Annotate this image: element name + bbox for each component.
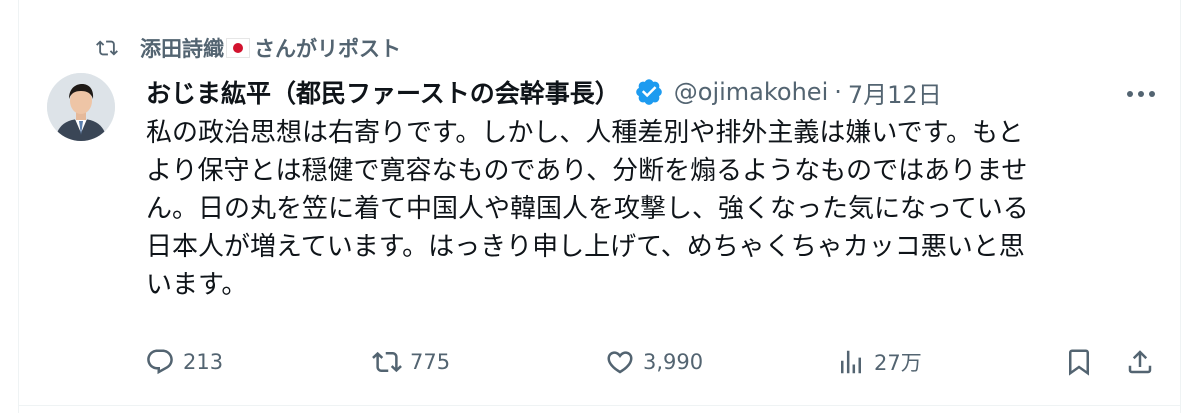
tweet-text-line: より保守とは穏健で寛容なものであり、分断を煽るようなものではありませ: [146, 156, 1028, 186]
repost-button[interactable]: 775: [372, 346, 450, 378]
repost-suffix: さんがリポスト: [254, 37, 401, 61]
tweet-text: 私の政治思想は右寄りです。しかし、人種差別や排外主義は嫌いです。もと より保守と…: [146, 114, 1146, 304]
reply-button[interactable]: 213: [145, 346, 223, 378]
reply-count: 213: [183, 350, 224, 374]
bottom-divider: [18, 405, 1181, 406]
repost-count: 775: [410, 350, 451, 374]
tweet-text-line: ん。日の丸を笠に着て中国人や韓国人を攻撃し、強くなった気になっている: [146, 194, 1029, 224]
reposter-name[interactable]: 添田詩織: [140, 33, 224, 63]
analytics-icon: [841, 350, 861, 374]
reply-icon: [147, 349, 173, 375]
japan-flag-icon: [226, 38, 250, 58]
repost-action-icon: [372, 351, 402, 373]
bookmark-button[interactable]: [1064, 346, 1094, 378]
more-options-icon[interactable]: [1124, 80, 1158, 108]
author-display-name[interactable]: おじま紘平（都民ファーストの会幹事長）: [146, 74, 620, 110]
tweet-card[interactable]: 添田詩織 さんがリポスト おじま紘平（都民ファーストの会幹事長） @ojimak…: [0, 0, 1200, 413]
avatar[interactable]: [47, 73, 115, 141]
repost-icon: [96, 37, 140, 59]
tweet-header: おじま紘平（都民ファーストの会幹事長） @ojimakohei · 7月12日: [146, 74, 942, 110]
separator-dot: ·: [834, 78, 842, 106]
author-handle[interactable]: @ojimakohei: [674, 78, 828, 106]
reposter-name-wrap[interactable]: 添田詩織 さんがリポスト: [140, 33, 401, 63]
share-button[interactable]: [1125, 346, 1155, 378]
tweet-text-line: 私の政治思想は右寄りです。しかし、人種差別や排外主義は嫌いです。もと: [146, 118, 1024, 148]
view-count: 27万: [874, 351, 922, 375]
like-button[interactable]: 3,990: [605, 346, 703, 378]
like-count: 3,990: [643, 350, 704, 374]
views-button[interactable]: 27万: [836, 346, 922, 378]
tweet-text-line: 日本人が増えています。はっきり申し上げて、めちゃくちゃカッコ悪いと思: [146, 232, 1025, 262]
tweet-text-line: います。: [146, 270, 248, 300]
action-bar: 213 775 3,990 27万: [0, 340, 1200, 384]
bookmark-icon: [1069, 349, 1089, 376]
verified-badge-icon[interactable]: [634, 77, 664, 107]
heart-icon: [607, 351, 633, 374]
post-date[interactable]: 7月12日: [848, 75, 942, 110]
share-icon: [1128, 350, 1152, 374]
repost-indicator[interactable]: 添田詩織 さんがリポスト: [96, 32, 401, 64]
